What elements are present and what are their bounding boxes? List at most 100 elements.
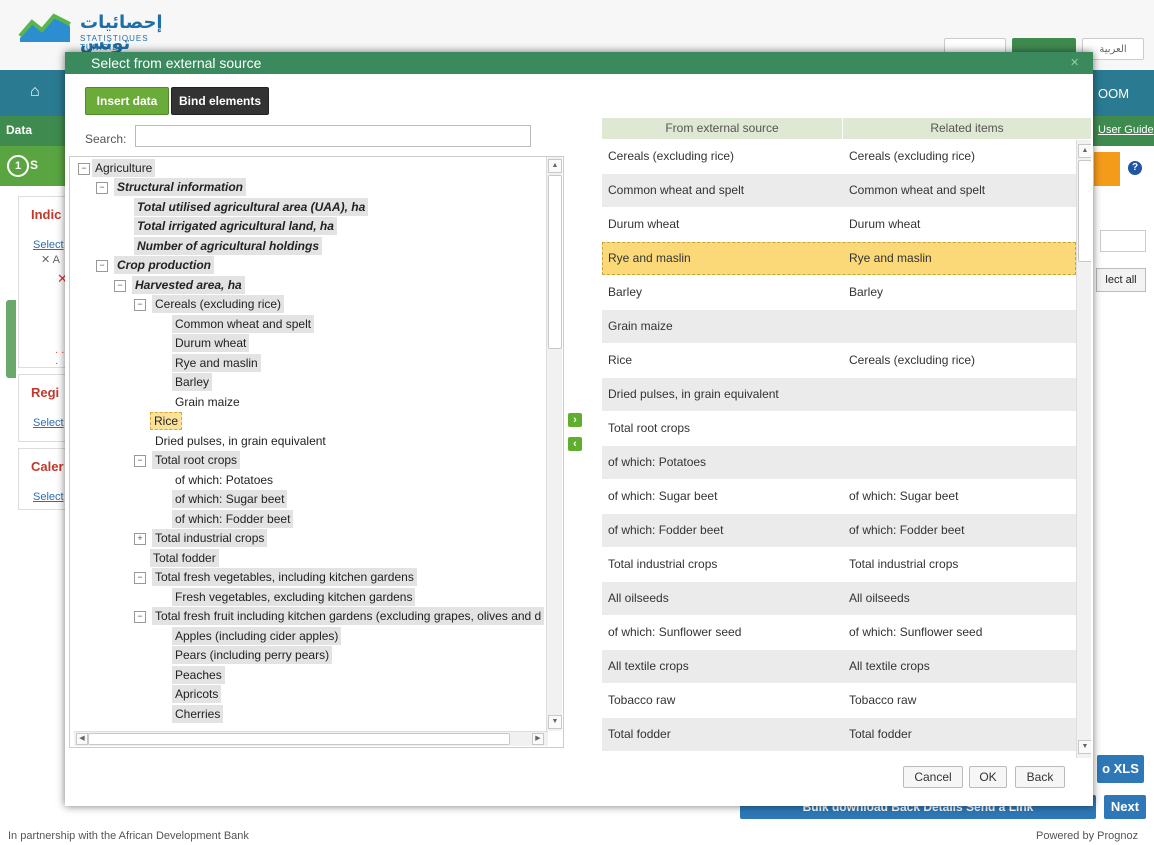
- tree-label[interactable]: Apricots: [172, 685, 222, 703]
- tree-label[interactable]: Harvested area, ha: [132, 276, 245, 294]
- tree-label[interactable]: of which: Fodder beet: [172, 510, 294, 528]
- user-guide-link[interactable]: User Guide: [1098, 124, 1154, 136]
- tree-label[interactable]: Total root crops: [152, 451, 241, 469]
- cell-source: Grain maize: [608, 319, 673, 333]
- cell-source: Total fodder: [608, 727, 671, 741]
- collapse-icon[interactable]: −: [134, 572, 146, 584]
- table-row[interactable]: of which: Sunflower seed of which: Sunfl…: [602, 616, 1076, 649]
- tree-label[interactable]: of which: Potatoes: [172, 471, 276, 489]
- table-row[interactable]: of which: Fodder beet of which: Fodder b…: [602, 514, 1076, 547]
- cancel-button[interactable]: Cancel: [903, 766, 963, 788]
- table-row[interactable]: Grain maize: [602, 310, 1076, 343]
- tree-label[interactable]: Total fodder: [150, 549, 219, 567]
- move-right-icon[interactable]: ›: [568, 413, 582, 427]
- tree-label[interactable]: Durum wheat: [172, 334, 250, 352]
- tree-label[interactable]: Pears (including perry pears): [172, 646, 333, 664]
- tree-label[interactable]: Total industrial crops: [152, 529, 268, 547]
- search-input[interactable]: [135, 125, 531, 147]
- table-row[interactable]: Total fodder Total fodder: [602, 718, 1076, 751]
- close-icon[interactable]: ✕: [1070, 56, 1079, 69]
- subnav-data[interactable]: Data: [6, 123, 32, 137]
- background-input[interactable]: [1100, 230, 1146, 252]
- collapse-icon[interactable]: −: [96, 260, 108, 272]
- table-row[interactable]: Total industrial crops Total industrial …: [602, 548, 1076, 581]
- cell-source: Cereals (excluding rice): [608, 149, 735, 163]
- insert-data-button[interactable]: Insert data: [85, 87, 169, 115]
- help-icon[interactable]: ?: [1128, 161, 1142, 175]
- collapse-icon[interactable]: −: [114, 280, 126, 292]
- tree-label[interactable]: Peaches: [172, 666, 225, 684]
- table-row[interactable]: Durum wheat Durum wheat: [602, 208, 1076, 241]
- side-collapse-tab[interactable]: [6, 300, 16, 378]
- scroll-right-icon[interactable]: ▶: [532, 733, 544, 745]
- scroll-thumb[interactable]: [1078, 160, 1091, 262]
- tree-label[interactable]: Total irrigated agricultural land, ha: [134, 217, 337, 235]
- h-scroll-thumb[interactable]: [88, 733, 510, 745]
- scroll-left-icon[interactable]: ◀: [76, 733, 88, 745]
- back-button[interactable]: Back: [1015, 766, 1065, 788]
- calendar-select-link[interactable]: Select: [33, 491, 64, 503]
- dialog-title-bar[interactable]: Select from external source ✕: [65, 52, 1093, 74]
- scroll-up-icon[interactable]: ▲: [548, 159, 562, 173]
- tree-label[interactable]: Barley: [172, 373, 213, 391]
- collapse-icon[interactable]: −: [134, 299, 146, 311]
- collapse-icon[interactable]: −: [96, 182, 108, 194]
- cell-source: Tobacco raw: [608, 693, 676, 707]
- table-row[interactable]: All textile crops All textile crops: [602, 650, 1076, 683]
- table-row[interactable]: Rice Cereals (excluding rice): [602, 344, 1076, 377]
- collapse-icon[interactable]: −: [134, 455, 146, 467]
- tree-label[interactable]: Total fresh vegetables, including kitche…: [152, 568, 417, 586]
- bind-elements-button[interactable]: Bind elements: [171, 87, 269, 115]
- table-row[interactable]: All oilseeds All oilseeds: [602, 582, 1076, 615]
- tree-label[interactable]: Crop production: [114, 256, 214, 274]
- next-button[interactable]: Next: [1104, 795, 1146, 819]
- select-all-button[interactable]: lect all: [1096, 268, 1146, 292]
- home-icon[interactable]: ⌂: [30, 83, 40, 101]
- tree-label[interactable]: Fresh vegetables, excluding kitchen gard…: [172, 588, 416, 606]
- table-row[interactable]: Total root crops: [602, 412, 1076, 445]
- tree-label[interactable]: of which: Sugar beet: [172, 490, 288, 508]
- collapse-icon[interactable]: −: [134, 611, 146, 623]
- tree-vertical-scrollbar[interactable]: ▲ ▼: [546, 157, 562, 731]
- indic-item-1[interactable]: ✕ A: [41, 253, 60, 266]
- table-row[interactable]: Dried pulses, in grain equivalent: [602, 378, 1076, 411]
- move-left-icon[interactable]: ‹: [568, 437, 582, 451]
- external-source-dialog: Select from external source ✕ Insert dat…: [65, 52, 1093, 806]
- tree-label[interactable]: Apples (including cider apples): [172, 627, 342, 645]
- export-xls-button[interactable]: o XLS: [1097, 755, 1144, 783]
- table-row[interactable]: Common wheat and spelt Common wheat and …: [602, 174, 1076, 207]
- column-header-related[interactable]: Related items: [843, 118, 1091, 139]
- collapse-icon[interactable]: −: [78, 163, 90, 175]
- scroll-down-icon[interactable]: ▼: [548, 715, 562, 729]
- table-row[interactable]: Barley Barley: [602, 276, 1076, 309]
- tree-label[interactable]: Structural information: [114, 178, 247, 196]
- tree-label[interactable]: Number of agricultural holdings: [134, 237, 323, 255]
- ok-button[interactable]: OK: [969, 766, 1007, 788]
- table-vertical-scrollbar[interactable]: ▲ ▼: [1076, 140, 1091, 758]
- tree-label[interactable]: Common wheat and spelt: [172, 315, 315, 333]
- site-logo[interactable]: إحصائيات تونس STATISTIQUES TUNISIE: [18, 12, 188, 54]
- column-header-source[interactable]: From external source: [602, 118, 843, 139]
- tree-label[interactable]: Rye and maslin: [172, 354, 261, 372]
- tree-label[interactable]: Cereals (excluding rice): [152, 295, 285, 313]
- tree-horizontal-scrollbar[interactable]: ◀ ▶: [74, 731, 548, 746]
- tree-label[interactable]: Dried pulses, in grain equivalent: [152, 432, 329, 450]
- tree-label[interactable]: Agriculture: [92, 159, 156, 177]
- tree-label[interactable]: Total utilised agricultural area (UAA), …: [134, 198, 369, 216]
- regions-select-link[interactable]: Select: [33, 417, 64, 429]
- table-row-selected[interactable]: Rye and maslin Rye and maslin: [602, 242, 1076, 275]
- table-row[interactable]: Tobacco raw Tobacco raw: [602, 684, 1076, 717]
- nav-room-link[interactable]: OOM: [1098, 86, 1129, 101]
- table-row[interactable]: Cereals (excluding rice) Cereals (exclud…: [602, 140, 1076, 173]
- indicators-select-link[interactable]: Select: [33, 239, 64, 251]
- scroll-up-icon[interactable]: ▲: [1078, 144, 1091, 158]
- scroll-down-icon[interactable]: ▼: [1078, 740, 1091, 754]
- scroll-thumb[interactable]: [548, 175, 562, 349]
- tree-label[interactable]: Total fresh fruit including kitchen gard…: [152, 607, 545, 625]
- table-row[interactable]: of which: Potatoes: [602, 446, 1076, 479]
- tree-label[interactable]: Grain maize: [172, 393, 243, 411]
- tree-label[interactable]: Rice: [150, 412, 183, 430]
- tree-label[interactable]: Cherries: [172, 705, 224, 723]
- table-row[interactable]: of which: Sugar beet of which: Sugar bee…: [602, 480, 1076, 513]
- expand-icon[interactable]: +: [134, 533, 146, 545]
